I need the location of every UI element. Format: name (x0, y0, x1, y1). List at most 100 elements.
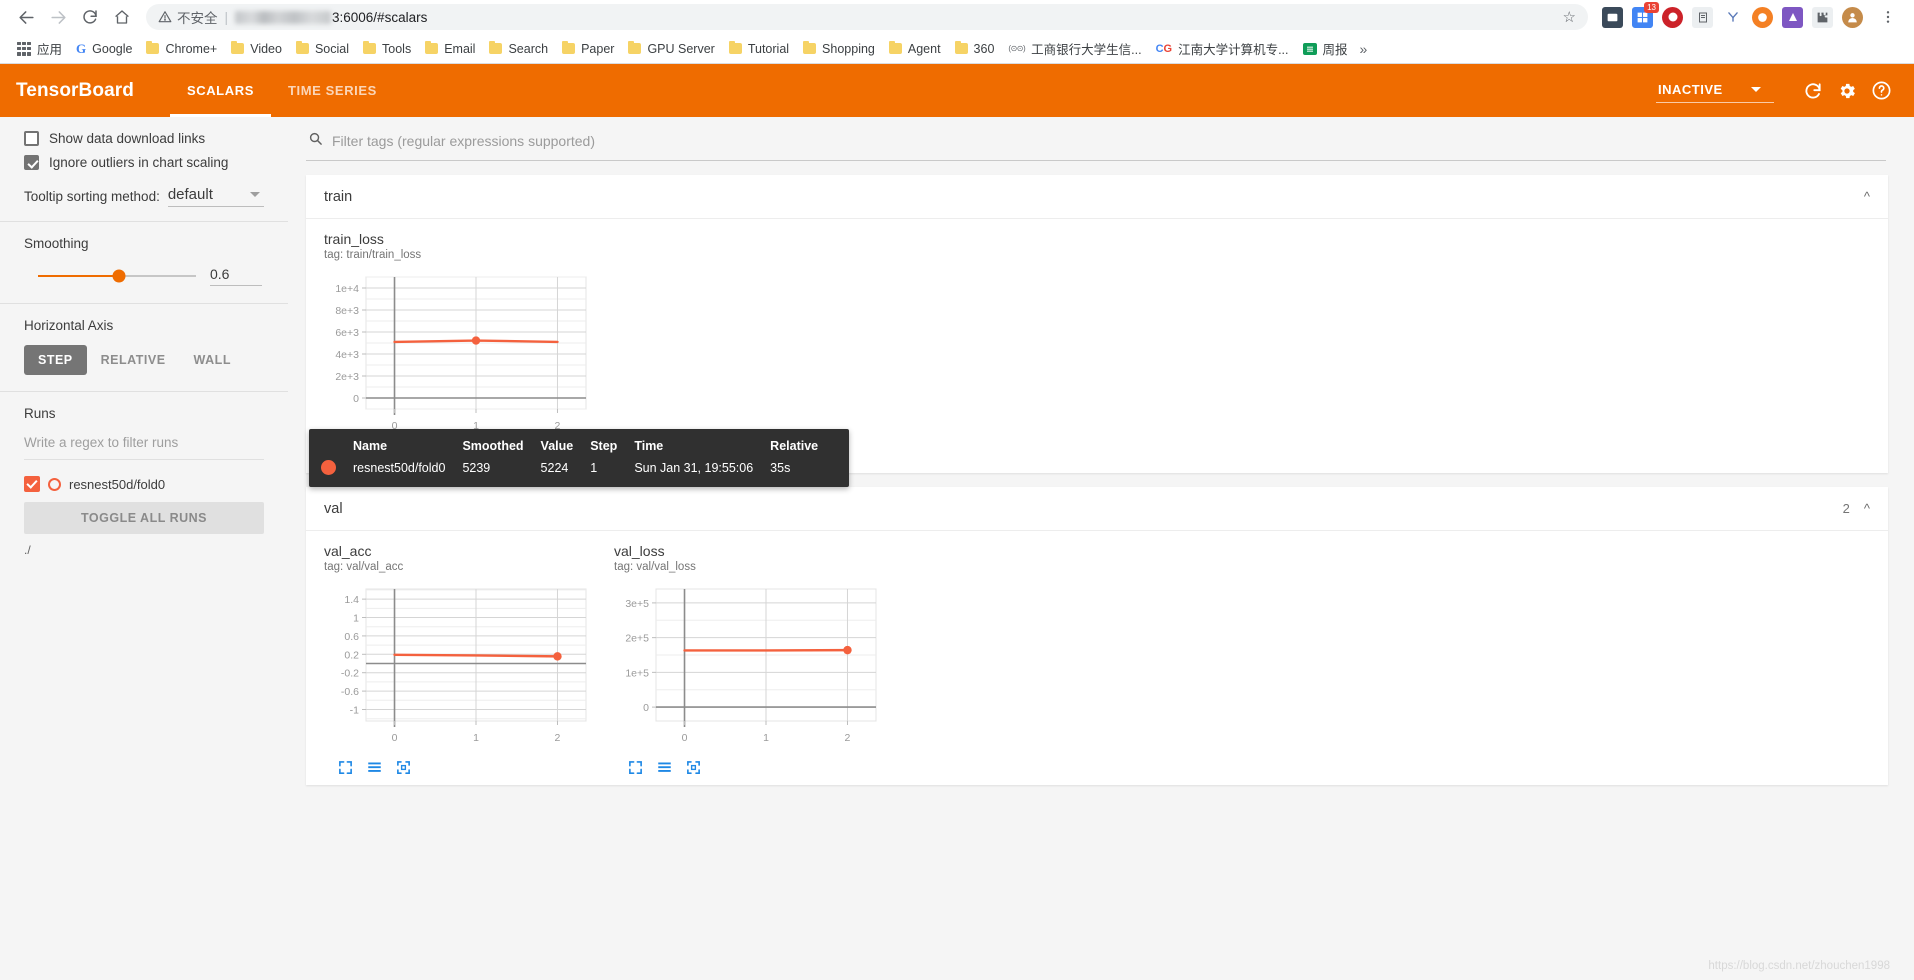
bookmark-agent[interactable]: Agent (882, 39, 948, 59)
slider-thumb[interactable] (112, 269, 126, 283)
horizontal-axis-section: Horizontal Axis STEP RELATIVE WALL (0, 318, 288, 375)
bookmark-360[interactable]: 360 (948, 39, 1002, 59)
extension-icon-2[interactable]: 13 (1632, 1, 1659, 28)
folder-icon (803, 40, 817, 54)
expand-icon[interactable] (628, 760, 643, 775)
extension-icon-3[interactable] (1662, 6, 1683, 28)
axis-option-step[interactable]: STEP (24, 345, 87, 375)
chart-plot-val-loss[interactable]: 0 1e+5 2e+5 3e+5 0 1 2 (614, 581, 886, 754)
tag-filter[interactable]: Filter tags (regular expressions support… (306, 117, 1886, 161)
bookmark-chrome-plus[interactable]: Chrome+ (139, 39, 224, 59)
cg-icon: CG (1155, 42, 1173, 55)
checkbox-show-data-download-links[interactable]: Show data download links (24, 131, 264, 146)
folder-icon (728, 40, 742, 54)
tooltip-header-relative: Relative (770, 439, 819, 453)
bookmark-jiangnan-university[interactable]: CG 江南大学计算机专... (1149, 36, 1296, 61)
chart-svg: 02e+34e+36e+38e+31e+40 1 2 (335, 276, 587, 432)
address-bar[interactable]: 不安全 | 3:6006/#scalars ☆ (146, 4, 1588, 30)
section-header-val[interactable]: val 2 ^ (306, 487, 1888, 531)
smoothing-title: Smoothing (24, 236, 89, 251)
chart-card-val-loss: val_loss tag: val/val_loss 0 1e+5 2e+5 3e+5… (596, 543, 886, 779)
run-color-swatch (321, 460, 336, 475)
bookmark-shopping[interactable]: Shopping (796, 39, 882, 59)
section-header-train[interactable]: train ^ (306, 175, 1888, 219)
bookmark-google[interactable]: G Google (69, 38, 139, 60)
bookmark-gpu-server[interactable]: GPU Server (621, 39, 721, 59)
chevron-down-icon (250, 192, 260, 197)
chart-plot-val-acc[interactable]: -1 -0.6 -0.2 0.2 0.6 1 1.4 0 1 2 (324, 581, 596, 754)
bookmark-star-icon[interactable]: ☆ (1563, 8, 1576, 26)
data-table-icon[interactable] (657, 760, 672, 775)
chart-tag: tag: train/train_loss (324, 249, 422, 261)
folder-icon (489, 40, 503, 54)
tag-filter-input[interactable]: Filter tags (regular expressions support… (332, 133, 595, 149)
checkbox-box[interactable] (24, 155, 39, 170)
bookmark-tools[interactable]: Tools (356, 39, 418, 59)
chrome-menu-icon[interactable] (1872, 1, 1904, 33)
section-card-val: val 2 ^ val_acc tag: val/val_acc -1 -0.6-… (306, 487, 1888, 785)
profile-avatar[interactable] (1842, 6, 1863, 28)
data-table-icon[interactable] (367, 760, 382, 775)
extension-icon-4[interactable] (1692, 6, 1713, 28)
apps-grid-icon (17, 41, 31, 56)
reload-icon[interactable] (74, 1, 106, 33)
forward-arrow-icon[interactable] (42, 1, 74, 33)
svg-text:8e+3: 8e+3 (335, 305, 359, 317)
bookmark-apps[interactable]: 应用 (10, 36, 69, 61)
tab-time-series[interactable]: TIME SERIES (271, 64, 394, 117)
axis-option-wall[interactable]: WALL (180, 345, 245, 375)
bookmark-icbc[interactable]: (⊙⊙) 工商银行大学生信... (1001, 36, 1148, 61)
bookmark-search[interactable]: Search (482, 39, 555, 59)
tooltip-sorting-select[interactable]: default (167, 186, 264, 207)
bookmarks-overflow-button[interactable]: » (1355, 41, 1373, 57)
back-arrow-icon[interactable] (10, 1, 42, 33)
bookmark-tutorial[interactable]: Tutorial (722, 39, 796, 59)
checkbox-ignore-outliers[interactable]: Ignore outliers in chart scaling (24, 155, 264, 170)
svg-text:2: 2 (555, 732, 561, 744)
watermark: https://blog.csdn.net/zhouchen1998 (1708, 960, 1890, 972)
tooltip-cell-smoothed: 5239 (462, 460, 491, 475)
folder-icon (231, 40, 245, 54)
run-state-dropdown[interactable]: INACTIVE (1656, 79, 1774, 103)
smoothing-value-input[interactable]: 0.6 (210, 266, 262, 286)
svg-text:0: 0 (353, 393, 359, 405)
insecure-label: 不安全 (177, 11, 218, 26)
run-item-resnest50d-fold0[interactable]: resnest50d/fold0 (24, 476, 264, 492)
extension-icon-5[interactable] (1722, 6, 1743, 28)
runs-filter-input[interactable]: Write a regex to filter runs (24, 433, 264, 460)
extension-icon-1[interactable] (1602, 6, 1623, 28)
reset-zoom-icon[interactable] (686, 760, 701, 775)
chart-plot-train-loss[interactable]: 0 2e+3 4e+3 6e+3 8e+3 1e+4 0 1 2 (324, 269, 596, 442)
gear-icon[interactable] (1830, 74, 1864, 108)
tooltip-header-name: Name (353, 439, 388, 453)
run-checkbox[interactable] (24, 476, 40, 492)
bookmark-email[interactable]: Email (418, 39, 482, 59)
run-label: resnest50d/fold0 (69, 476, 166, 492)
toggle-all-runs-button[interactable]: TOGGLE ALL RUNS (24, 502, 264, 534)
tab-scalars[interactable]: SCALARS (169, 64, 272, 117)
checkbox-box[interactable] (24, 131, 39, 146)
axis-option-relative[interactable]: RELATIVE (87, 345, 180, 375)
bookmark-weekly-report[interactable]: 周报 (1296, 36, 1355, 61)
svg-text:2e+3: 2e+3 (335, 371, 359, 383)
chevron-down-icon (1750, 86, 1761, 92)
bookmark-paper[interactable]: Paper (555, 39, 621, 59)
extensions-puzzle-icon[interactable] (1812, 6, 1833, 28)
chevron-up-icon[interactable]: ^ (1864, 501, 1870, 516)
smoothing-slider[interactable] (38, 269, 196, 283)
home-icon[interactable] (106, 1, 138, 33)
svg-text:2: 2 (845, 732, 851, 744)
bookmark-video[interactable]: Video (224, 39, 289, 59)
reset-zoom-icon[interactable] (396, 760, 411, 775)
icbc-icon: (⊙⊙) (1008, 44, 1026, 53)
extension-icon-7[interactable] (1782, 6, 1803, 28)
bookmark-social[interactable]: Social (289, 39, 356, 59)
chart-svg: 0 1e+5 2e+5 3e+5 0 1 2 (625, 588, 877, 744)
bookmark-label: Chrome+ (165, 41, 218, 56)
extension-icon-6[interactable] (1752, 6, 1773, 28)
horizontal-axis-options: STEP RELATIVE WALL (24, 345, 264, 375)
help-icon[interactable] (1864, 74, 1898, 108)
reload-icon[interactable] (1796, 74, 1830, 108)
expand-icon[interactable] (338, 760, 353, 775)
chevron-up-icon[interactable]: ^ (1864, 189, 1870, 204)
